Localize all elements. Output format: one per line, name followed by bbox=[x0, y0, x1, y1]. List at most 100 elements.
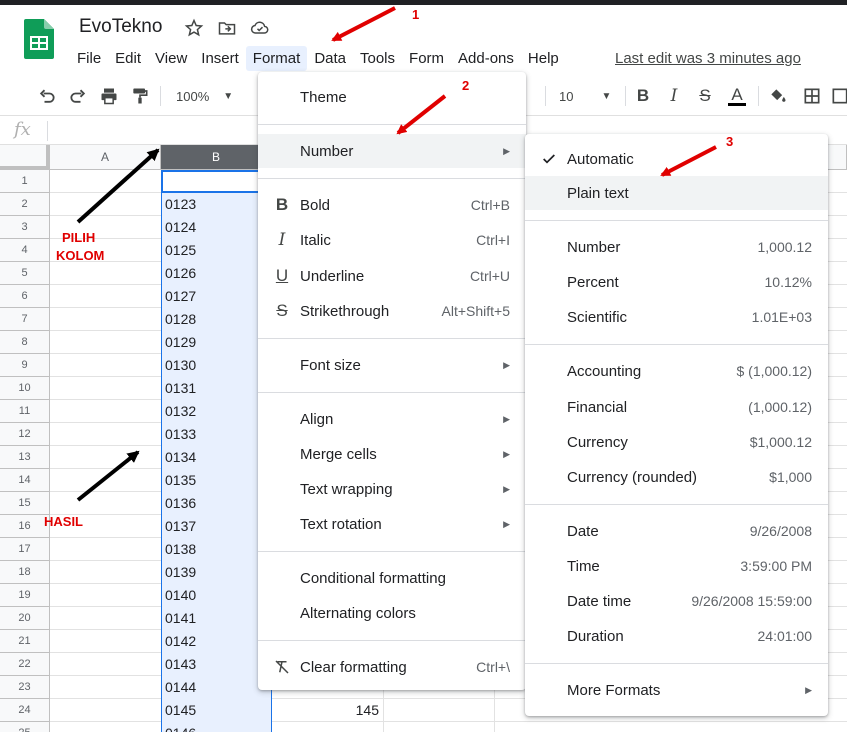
column-header-b[interactable]: B bbox=[161, 145, 272, 170]
number-format-date-time[interactable]: Date time 9/26/2008 15:59:00 bbox=[525, 584, 828, 618]
number-format-duration[interactable]: Duration 24:01:00 bbox=[525, 619, 828, 653]
format-menu-underline[interactable]: U Underline Ctrl+U bbox=[258, 259, 526, 293]
format-menu-theme[interactable]: Theme bbox=[258, 80, 526, 114]
cell-b[interactable]: 0130 bbox=[165, 354, 196, 377]
format-menu-strikethrough[interactable]: S Strikethrough Alt+Shift+5 bbox=[258, 294, 526, 328]
cell-b[interactable]: 0144 bbox=[165, 676, 196, 699]
row-header[interactable]: 16 bbox=[0, 515, 50, 538]
zoom-select[interactable]: 100% ▼ bbox=[170, 84, 240, 108]
column-header-a[interactable]: A bbox=[50, 145, 161, 170]
row-header[interactable]: 11 bbox=[0, 400, 50, 423]
number-format-scientific[interactable]: Scientific 1.01E+03 bbox=[525, 300, 828, 334]
cell-b[interactable]: 0131 bbox=[165, 377, 196, 400]
row-header[interactable]: 13 bbox=[0, 446, 50, 469]
number-format-time[interactable]: Time 3:59:00 PM bbox=[525, 549, 828, 583]
menu-tools[interactable]: Tools bbox=[353, 46, 402, 71]
format-menu-alternating-colors[interactable]: Alternating colors bbox=[258, 596, 526, 630]
row-header[interactable]: 12 bbox=[0, 423, 50, 446]
menu-edit[interactable]: Edit bbox=[108, 46, 148, 71]
format-menu-font-size[interactable]: Font size ▶ bbox=[258, 348, 526, 382]
number-format-automatic[interactable]: Automatic bbox=[525, 142, 828, 176]
font-size-select[interactable]: 10 ▼ bbox=[553, 84, 619, 108]
cell-c24[interactable]: 145 bbox=[272, 699, 379, 722]
cell-b[interactable]: 0132 bbox=[165, 400, 196, 423]
paint-format-icon[interactable] bbox=[129, 84, 151, 108]
number-format-plain-text[interactable]: Plain text bbox=[525, 176, 828, 210]
format-menu-text-wrapping[interactable]: Text wrapping ▶ bbox=[258, 472, 526, 506]
menu-insert[interactable]: Insert bbox=[194, 46, 246, 71]
bold-icon[interactable]: B bbox=[632, 84, 654, 108]
text-color-icon[interactable]: A bbox=[726, 84, 748, 108]
cell-b[interactable]: 0139 bbox=[165, 561, 196, 584]
cell-b[interactable]: 0123 bbox=[165, 193, 196, 216]
cell-b[interactable]: 0138 bbox=[165, 538, 196, 561]
row-header[interactable]: 3 bbox=[0, 216, 50, 239]
row-header[interactable]: 20 bbox=[0, 607, 50, 630]
menu-file[interactable]: File bbox=[70, 46, 108, 71]
menu-addons[interactable]: Add-ons bbox=[451, 46, 521, 71]
number-format-currency-rounded[interactable]: Currency (rounded) $1,000 bbox=[525, 460, 828, 494]
merge-icon[interactable] bbox=[830, 84, 847, 108]
menu-data[interactable]: Data bbox=[307, 46, 353, 71]
format-menu-number[interactable]: Number ▶ bbox=[258, 134, 526, 168]
fill-color-icon[interactable] bbox=[767, 84, 789, 108]
row-header[interactable]: 2 bbox=[0, 193, 50, 216]
cell-b[interactable]: 0141 bbox=[165, 607, 196, 630]
print-icon[interactable] bbox=[98, 84, 120, 108]
cell-b[interactable]: 0129 bbox=[165, 331, 196, 354]
number-format-date[interactable]: Date 9/26/2008 bbox=[525, 514, 828, 548]
row-header[interactable]: 21 bbox=[0, 630, 50, 653]
cell-b[interactable]: 0143 bbox=[165, 653, 196, 676]
cell-b[interactable]: 0145 bbox=[165, 699, 196, 722]
cell-b[interactable]: 0125 bbox=[165, 239, 196, 262]
menu-view[interactable]: View bbox=[148, 46, 194, 71]
cell-b[interactable]: 0127 bbox=[165, 285, 196, 308]
format-menu-align[interactable]: Align ▶ bbox=[258, 402, 526, 436]
cell-b[interactable]: 0126 bbox=[165, 262, 196, 285]
cell-b[interactable]: 0137 bbox=[165, 515, 196, 538]
cell-b[interactable]: 0146 bbox=[165, 722, 196, 732]
format-menu-clear-formatting[interactable]: Clear formatting Ctrl+\ bbox=[258, 650, 526, 684]
document-title[interactable]: EvoTekno bbox=[79, 16, 162, 38]
borders-icon[interactable] bbox=[801, 84, 823, 108]
row-header[interactable]: 14 bbox=[0, 469, 50, 492]
format-menu-conditional-formatting[interactable]: Conditional formatting bbox=[258, 561, 526, 595]
cell-b[interactable]: 0133 bbox=[165, 423, 196, 446]
row-header[interactable]: 10 bbox=[0, 377, 50, 400]
cell-b[interactable]: 0134 bbox=[165, 446, 196, 469]
row-header[interactable]: 18 bbox=[0, 561, 50, 584]
row-header[interactable]: 24 bbox=[0, 699, 50, 722]
format-menu-bold[interactable]: B Bold Ctrl+B bbox=[258, 188, 526, 222]
select-all-corner[interactable] bbox=[0, 145, 50, 170]
strikethrough-icon[interactable]: S bbox=[694, 84, 716, 108]
undo-icon[interactable] bbox=[36, 84, 58, 108]
number-format-accounting[interactable]: Accounting $ (1,000.12) bbox=[525, 354, 828, 388]
cell-b[interactable]: 0124 bbox=[165, 216, 196, 239]
active-cell-b1[interactable] bbox=[161, 170, 272, 193]
menu-form[interactable]: Form bbox=[402, 46, 451, 71]
last-edit-link[interactable]: Last edit was 3 minutes ago bbox=[615, 50, 801, 67]
row-header[interactable]: 19 bbox=[0, 584, 50, 607]
row-header[interactable]: 25 bbox=[0, 722, 50, 732]
row-header[interactable]: 22 bbox=[0, 653, 50, 676]
cell-b[interactable]: 0135 bbox=[165, 469, 196, 492]
cell-b[interactable]: 0140 bbox=[165, 584, 196, 607]
row-header[interactable]: 15 bbox=[0, 492, 50, 515]
redo-icon[interactable] bbox=[67, 84, 89, 108]
cloud-saved-icon[interactable] bbox=[250, 18, 270, 38]
move-folder-icon[interactable] bbox=[217, 18, 237, 38]
number-format-more-formats[interactable]: More Formats ▶ bbox=[525, 673, 828, 707]
row-header[interactable]: 9 bbox=[0, 354, 50, 377]
italic-icon[interactable]: I bbox=[663, 84, 685, 108]
cell-b[interactable]: 0142 bbox=[165, 630, 196, 653]
sheets-logo-icon[interactable] bbox=[24, 19, 54, 59]
row-header[interactable]: 17 bbox=[0, 538, 50, 561]
star-icon[interactable] bbox=[184, 18, 204, 38]
format-menu-italic[interactable]: I Italic Ctrl+I bbox=[258, 223, 526, 257]
format-menu-text-rotation[interactable]: Text rotation ▶ bbox=[258, 507, 526, 541]
cell-b[interactable]: 0128 bbox=[165, 308, 196, 331]
number-format-number[interactable]: Number 1,000.12 bbox=[525, 230, 828, 264]
format-menu-merge-cells[interactable]: Merge cells ▶ bbox=[258, 437, 526, 471]
row-header[interactable]: 23 bbox=[0, 676, 50, 699]
menu-help[interactable]: Help bbox=[521, 46, 566, 71]
